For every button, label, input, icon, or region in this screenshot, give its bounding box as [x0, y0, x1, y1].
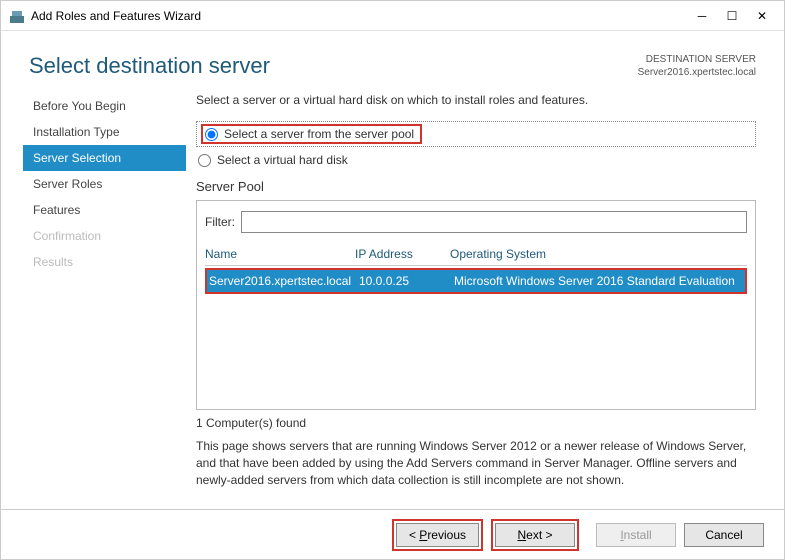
table-empty-space: [205, 294, 747, 409]
meta-value: Server2016.xpertstec.local: [638, 66, 756, 79]
maximize-button[interactable]: ☐: [726, 10, 738, 22]
previous-button[interactable]: < Previous: [396, 523, 479, 547]
table-row[interactable]: Server2016.xpertstec.local 10.0.0.25 Mic…: [207, 270, 745, 292]
radio-vhd-label: Select a virtual hard disk: [217, 153, 348, 167]
description-text: This page shows servers that are running…: [196, 438, 756, 488]
sidebar-item-confirmation: Confirmation: [23, 223, 186, 249]
radio-server-pool-label: Select a server from the server pool: [224, 127, 414, 141]
footer: < Previous Next > Install Cancel: [1, 509, 784, 559]
cell-os: Microsoft Windows Server 2016 Standard E…: [454, 274, 743, 288]
titlebar: Add Roles and Features Wizard ─ ☐ ✕: [1, 1, 784, 31]
filter-label: Filter:: [205, 215, 235, 229]
meta-label: DESTINATION SERVER: [638, 53, 756, 66]
sidebar-item-features[interactable]: Features: [23, 197, 186, 223]
destination-meta: DESTINATION SERVER Server2016.xpertstec.…: [638, 53, 756, 79]
server-manager-icon: [9, 8, 25, 24]
previous-highlight: < Previous: [392, 519, 483, 551]
column-ip[interactable]: IP Address: [355, 247, 450, 261]
filter-input[interactable]: [241, 211, 747, 233]
window-title: Add Roles and Features Wizard: [31, 9, 696, 23]
column-name[interactable]: Name: [205, 247, 355, 261]
window-buttons: ─ ☐ ✕: [696, 10, 776, 22]
cell-ip: 10.0.0.25: [359, 274, 454, 288]
page-title: Select destination server: [29, 53, 270, 79]
next-button[interactable]: Next >: [495, 523, 575, 547]
sidebar-item-results: Results: [23, 249, 186, 275]
sidebar-item-server-roles[interactable]: Server Roles: [23, 171, 186, 197]
radio-server-pool[interactable]: [205, 128, 218, 141]
radio-vhd[interactable]: [198, 154, 211, 167]
radio-vhd-row[interactable]: Select a virtual hard disk: [196, 151, 756, 169]
cancel-button[interactable]: Cancel: [684, 523, 764, 547]
table-header: Name IP Address Operating System: [205, 243, 747, 266]
cell-name: Server2016.xpertstec.local: [209, 274, 359, 288]
sidebar-item-before-you-begin[interactable]: Before You Begin: [23, 93, 186, 119]
radio-server-pool-row[interactable]: Select a server from the server pool: [196, 121, 756, 147]
computers-found: 1 Computer(s) found: [196, 416, 756, 430]
sidebar-item-server-selection[interactable]: Server Selection: [23, 145, 186, 171]
header: Select destination server DESTINATION SE…: [1, 31, 784, 87]
close-button[interactable]: ✕: [756, 10, 768, 22]
column-os[interactable]: Operating System: [450, 247, 747, 261]
instruction-text: Select a server or a virtual hard disk o…: [196, 93, 756, 107]
install-button: Install: [596, 523, 676, 547]
sidebar: Before You Begin Installation Type Serve…: [1, 93, 186, 488]
next-highlight: Next >: [491, 519, 579, 551]
main-panel: Select a server or a virtual hard disk o…: [186, 93, 784, 488]
server-pool-label: Server Pool: [196, 179, 756, 194]
server-pool-panel: Filter: Name IP Address Operating System…: [196, 200, 756, 410]
sidebar-item-installation-type[interactable]: Installation Type: [23, 119, 186, 145]
minimize-button[interactable]: ─: [696, 10, 708, 22]
